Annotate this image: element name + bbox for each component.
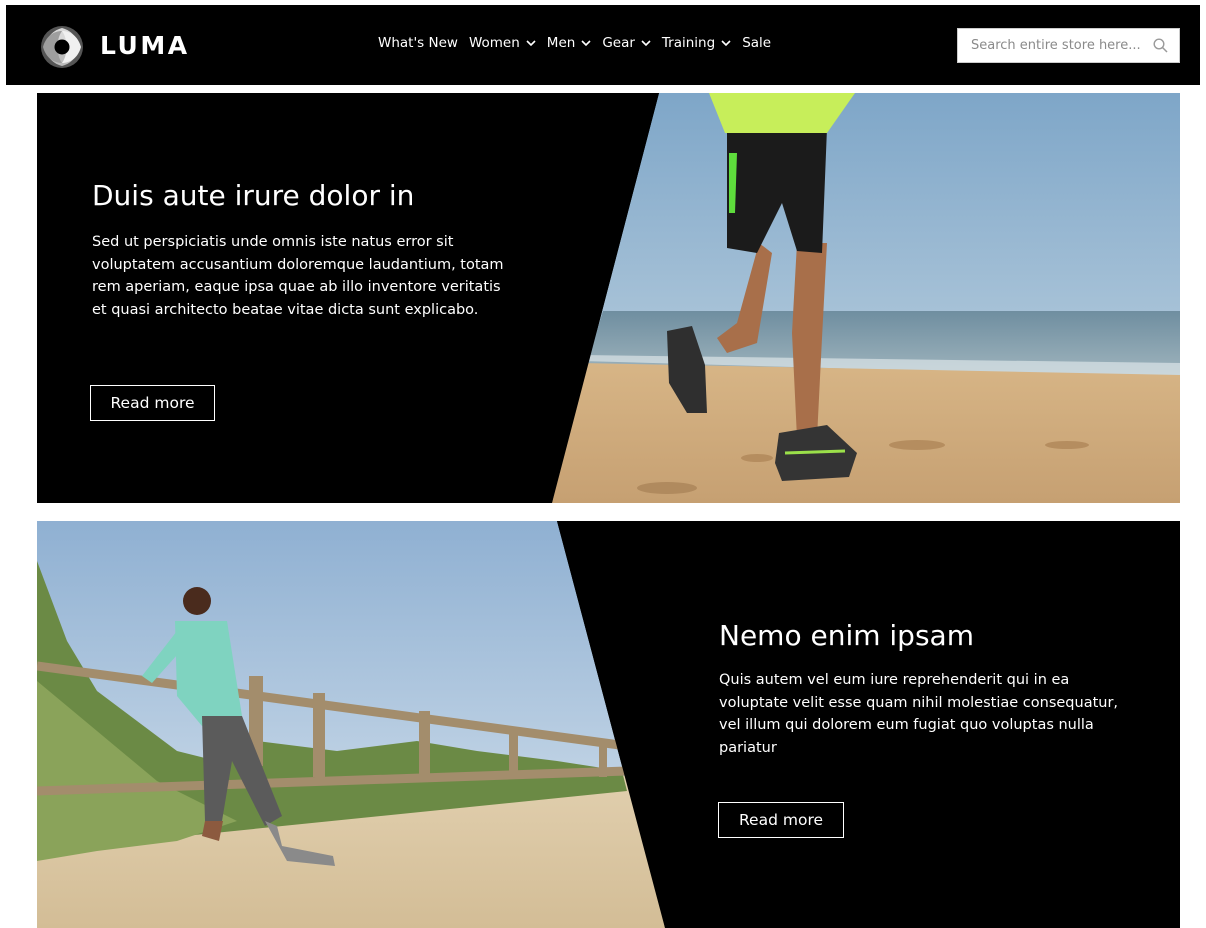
read-more-button[interactable]: Read more [718,802,844,838]
luma-logo-icon[interactable] [40,25,84,69]
chevron-down-icon [641,39,651,46]
search-placeholder: Search entire store here... [971,38,1141,53]
nav-label: Training [661,35,716,51]
promo-banner-training: Nemo enim ipsam Quis autem vel eum iure … [37,521,1180,928]
nav-label: Gear [602,35,635,51]
nav-label: Sale [742,35,772,51]
nav-item-training[interactable]: Training [662,35,731,51]
search-input[interactable]: Search entire store here... [957,28,1180,63]
nav-label: What's New [378,35,458,51]
chevron-down-icon [581,39,591,46]
brand-name[interactable]: LUMA [100,31,190,60]
banner-title: Nemo enim ipsam [719,619,974,652]
nav-label: Men [546,35,576,51]
banner-description: Quis autem vel eum iure reprehenderit qu… [719,672,1119,756]
nav-item-whats-new[interactable]: What's New [378,35,458,51]
nav-item-sale[interactable]: Sale [742,35,771,51]
banner-title: Duis aute irure dolor in [92,179,415,212]
nav-item-gear[interactable]: Gear [602,35,651,51]
banner-description: Sed ut perspiciatis unde omnis iste natu… [92,234,504,318]
nav-item-women[interactable]: Women [469,35,536,51]
search-icon[interactable] [1153,38,1168,53]
chevron-down-icon [526,39,536,46]
promo-banner-running: Duis aute irure dolor in Sed ut perspici… [37,93,1180,503]
chevron-down-icon [721,39,731,46]
nav-item-men[interactable]: Men [547,35,592,51]
nav-label: Women [468,35,520,51]
site-header: LUMA What's New Women Men Gear Training … [6,5,1200,85]
main-nav: What's New Women Men Gear Training Sale [378,35,782,51]
read-more-button[interactable]: Read more [90,385,215,421]
